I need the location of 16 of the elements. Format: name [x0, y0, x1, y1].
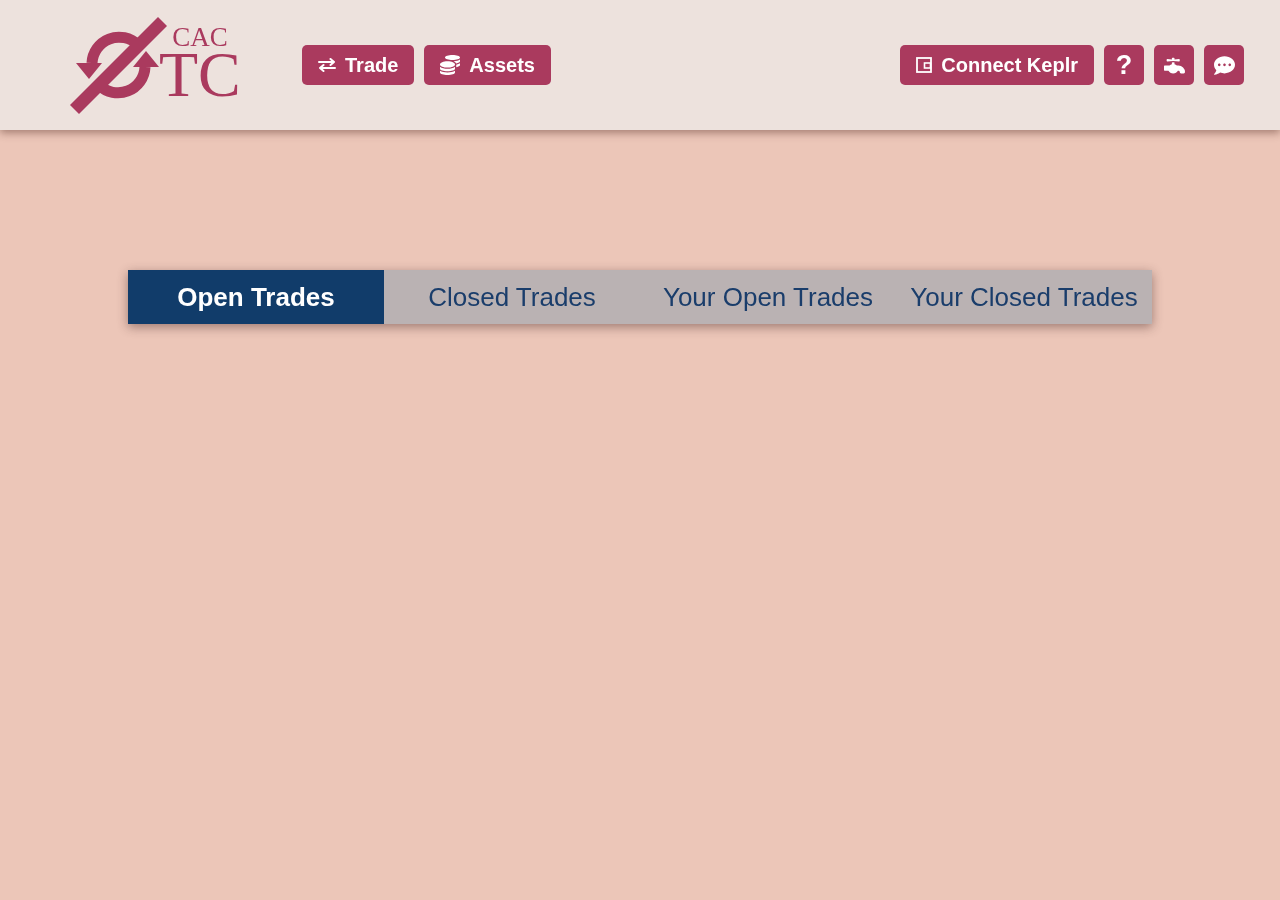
exchange-arrows-icon [318, 58, 336, 72]
logo-small-text: CAC [172, 25, 228, 49]
assets-button[interactable]: Assets [424, 45, 551, 85]
faucet-button[interactable] [1154, 45, 1194, 85]
trades-tab[interactable]: Your Open Trades [640, 270, 896, 324]
trades-tab[interactable]: Open Trades [128, 270, 384, 324]
chat-bubble-icon [1213, 54, 1235, 76]
coins-icon [440, 55, 461, 75]
trades-tab[interactable]: Closed Trades [384, 270, 640, 324]
wallet-icon [916, 57, 933, 73]
trade-button[interactable]: Trade [302, 45, 415, 85]
logo-large-text: TC [159, 49, 241, 101]
chat-button[interactable] [1204, 45, 1244, 85]
connect-wallet-button[interactable]: Connect Keplr [900, 45, 1094, 85]
help-button[interactable]: ? [1104, 45, 1144, 85]
trades-tab[interactable]: Your Closed Trades [896, 270, 1152, 324]
